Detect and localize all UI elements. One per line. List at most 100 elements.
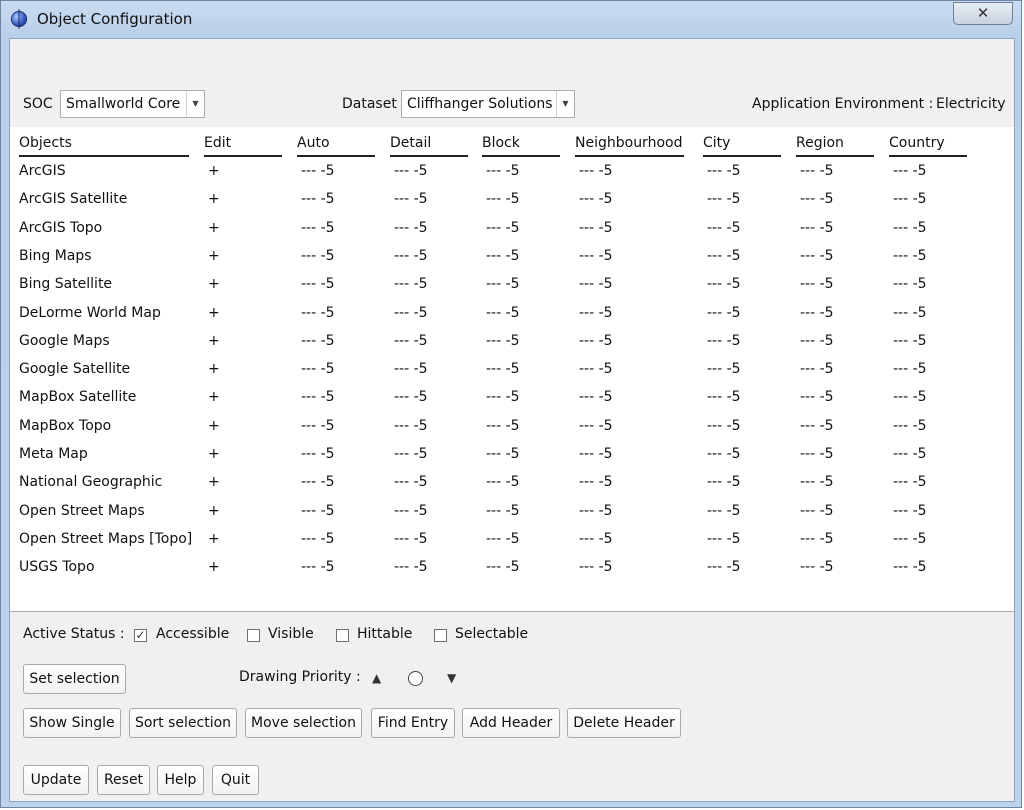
cell-block[interactable]: --- -5 (486, 503, 520, 519)
cell-country[interactable]: --- -5 (893, 361, 927, 377)
cell-detail[interactable]: --- -5 (394, 276, 428, 292)
visible-checkbox[interactable] (247, 629, 260, 642)
cell-neighbourhood[interactable]: --- -5 (579, 531, 613, 547)
cell-city[interactable]: --- -5 (707, 418, 741, 434)
cell-auto[interactable]: --- -5 (301, 389, 335, 405)
close-button[interactable]: ✕ (953, 2, 1013, 25)
cell-auto[interactable]: --- -5 (301, 361, 335, 377)
cell-edit[interactable]: + (208, 333, 220, 349)
cell-edit[interactable]: + (208, 163, 220, 179)
cell-region[interactable]: --- -5 (800, 446, 834, 462)
cell-city[interactable]: --- -5 (707, 446, 741, 462)
cell-city[interactable]: --- -5 (707, 531, 741, 547)
object-name-cell[interactable]: MapBox Topo (19, 418, 111, 434)
object-name-cell[interactable]: Open Street Maps (19, 503, 145, 519)
cell-edit[interactable]: + (208, 248, 220, 264)
cell-country[interactable]: --- -5 (893, 163, 927, 179)
cell-city[interactable]: --- -5 (707, 163, 741, 179)
cell-edit[interactable]: + (208, 191, 220, 207)
cell-region[interactable]: --- -5 (800, 220, 834, 236)
cell-region[interactable]: --- -5 (800, 163, 834, 179)
cell-detail[interactable]: --- -5 (394, 531, 428, 547)
cell-country[interactable]: --- -5 (893, 389, 927, 405)
cell-auto[interactable]: --- -5 (301, 220, 335, 236)
column-header-auto[interactable]: Auto (297, 135, 375, 157)
column-header-city[interactable]: City (703, 135, 781, 157)
cell-edit[interactable]: + (208, 220, 220, 236)
cell-country[interactable]: --- -5 (893, 248, 927, 264)
cell-detail[interactable]: --- -5 (394, 389, 428, 405)
cell-country[interactable]: --- -5 (893, 446, 927, 462)
cell-neighbourhood[interactable]: --- -5 (579, 503, 613, 519)
cell-block[interactable]: --- -5 (486, 163, 520, 179)
priority-radio[interactable] (408, 671, 423, 686)
cell-country[interactable]: --- -5 (893, 220, 927, 236)
cell-neighbourhood[interactable]: --- -5 (579, 276, 613, 292)
column-header-detail[interactable]: Detail (390, 135, 468, 157)
column-header-country[interactable]: Country (889, 135, 967, 157)
cell-region[interactable]: --- -5 (800, 389, 834, 405)
move-selection-button[interactable]: Move selection (245, 708, 362, 738)
cell-country[interactable]: --- -5 (893, 191, 927, 207)
object-name-cell[interactable]: USGS Topo (19, 559, 95, 575)
column-header-neighbourhood[interactable]: Neighbourhood (575, 135, 684, 157)
delete-header-button[interactable]: Delete Header (567, 708, 681, 738)
cell-neighbourhood[interactable]: --- -5 (579, 248, 613, 264)
cell-region[interactable]: --- -5 (800, 531, 834, 547)
cell-block[interactable]: --- -5 (486, 333, 520, 349)
cell-block[interactable]: --- -5 (486, 418, 520, 434)
cell-detail[interactable]: --- -5 (394, 163, 428, 179)
column-header-edit[interactable]: Edit (204, 135, 282, 157)
cell-neighbourhood[interactable]: --- -5 (579, 333, 613, 349)
cell-country[interactable]: --- -5 (893, 333, 927, 349)
cell-city[interactable]: --- -5 (707, 333, 741, 349)
object-name-cell[interactable]: ArcGIS (19, 163, 66, 179)
quit-button[interactable]: Quit (212, 765, 259, 795)
cell-detail[interactable]: --- -5 (394, 474, 428, 490)
cell-neighbourhood[interactable]: --- -5 (579, 418, 613, 434)
cell-auto[interactable]: --- -5 (301, 503, 335, 519)
cell-city[interactable]: --- -5 (707, 248, 741, 264)
cell-block[interactable]: --- -5 (486, 361, 520, 377)
cell-edit[interactable]: + (208, 474, 220, 490)
cell-auto[interactable]: --- -5 (301, 248, 335, 264)
cell-city[interactable]: --- -5 (707, 474, 741, 490)
cell-detail[interactable]: --- -5 (394, 248, 428, 264)
cell-edit[interactable]: + (208, 389, 220, 405)
cell-auto[interactable]: --- -5 (301, 418, 335, 434)
cell-edit[interactable]: + (208, 503, 220, 519)
cell-region[interactable]: --- -5 (800, 559, 834, 575)
object-name-cell[interactable]: National Geographic (19, 474, 162, 490)
cell-region[interactable]: --- -5 (800, 333, 834, 349)
cell-region[interactable]: --- -5 (800, 503, 834, 519)
object-name-cell[interactable]: DeLorme World Map (19, 305, 161, 321)
cell-block[interactable]: --- -5 (486, 305, 520, 321)
cell-neighbourhood[interactable]: --- -5 (579, 191, 613, 207)
object-name-cell[interactable]: Google Maps (19, 333, 110, 349)
show-single-button[interactable]: Show Single (23, 708, 121, 738)
cell-auto[interactable]: --- -5 (301, 474, 335, 490)
cell-block[interactable]: --- -5 (486, 220, 520, 236)
add-header-button[interactable]: Add Header (462, 708, 560, 738)
cell-country[interactable]: --- -5 (893, 503, 927, 519)
accessible-checkbox[interactable]: ✓ (134, 629, 147, 642)
cell-country[interactable]: --- -5 (893, 474, 927, 490)
objects-table[interactable]: Objects Edit Auto Detail Block Neighbourhood C… (10, 127, 1014, 611)
cell-city[interactable]: --- -5 (707, 503, 741, 519)
cell-country[interactable]: --- -5 (893, 276, 927, 292)
cell-detail[interactable]: --- -5 (394, 361, 428, 377)
cell-region[interactable]: --- -5 (800, 361, 834, 377)
cell-detail[interactable]: --- -5 (394, 220, 428, 236)
cell-country[interactable]: --- -5 (893, 559, 927, 575)
cell-block[interactable]: --- -5 (486, 474, 520, 490)
title-bar[interactable]: Object Configuration ✕ (1, 1, 1021, 38)
cell-auto[interactable]: --- -5 (301, 276, 335, 292)
cell-city[interactable]: --- -5 (707, 191, 741, 207)
cell-auto[interactable]: --- -5 (301, 531, 335, 547)
cell-edit[interactable]: + (208, 361, 220, 377)
cell-detail[interactable]: --- -5 (394, 191, 428, 207)
find-entry-button[interactable]: Find Entry (371, 708, 455, 738)
cell-country[interactable]: --- -5 (893, 305, 927, 321)
cell-detail[interactable]: --- -5 (394, 333, 428, 349)
set-selection-button[interactable]: Set selection (23, 664, 126, 694)
